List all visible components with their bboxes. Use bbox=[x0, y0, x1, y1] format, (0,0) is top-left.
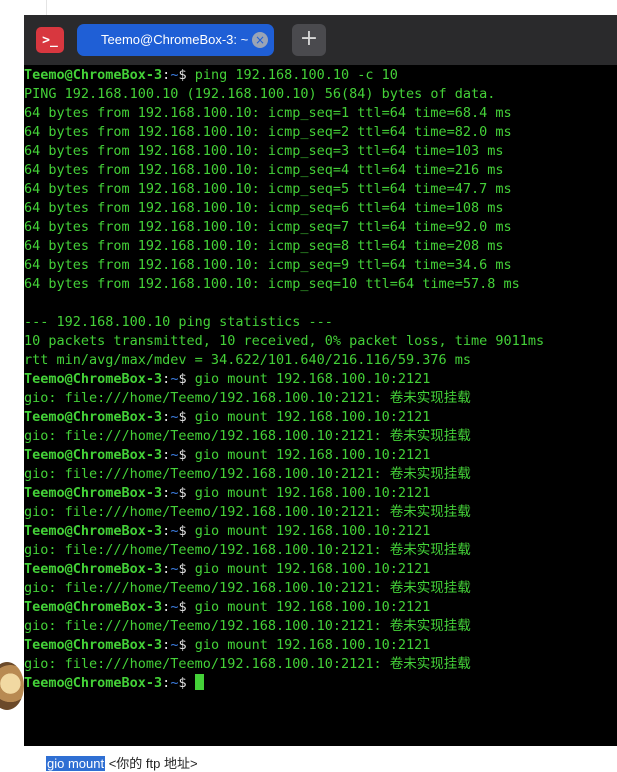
gio-error-line: gio: file:///home/Teemo/192.168.100.10:2… bbox=[24, 390, 471, 406]
prompt-user-host: Teemo@ChromeBox-3 bbox=[24, 409, 163, 425]
ping-stats-header: --- 192.168.100.10 ping statistics --- bbox=[24, 314, 333, 330]
prompt-user-host: Teemo@ChromeBox-3 bbox=[24, 67, 163, 83]
prompt-user-host: Teemo@ChromeBox-3 bbox=[24, 447, 163, 463]
background-code-line: gio mount <你的 ftp 地址> bbox=[46, 753, 198, 772]
ping-reply-line: 64 bytes from 192.168.100.10: icmp_seq=9… bbox=[24, 257, 512, 273]
prompt-line: Teemo@ChromeBox-3:~$ gio mount 192.168.1… bbox=[24, 446, 617, 465]
ping-reply-line: 64 bytes from 192.168.100.10: icmp_seq=6… bbox=[24, 200, 504, 216]
ping-reply-line: 64 bytes from 192.168.100.10: icmp_seq=1… bbox=[24, 105, 512, 121]
prompt-user-host: Teemo@ChromeBox-3 bbox=[24, 523, 163, 539]
ping-reply-line: 64 bytes from 192.168.100.10: icmp_seq=4… bbox=[24, 162, 504, 178]
ping-stats-rtt: rtt min/avg/max/mdev = 34.622/101.640/21… bbox=[24, 352, 472, 368]
prompt-dollar: $ bbox=[178, 599, 195, 615]
terminal-output[interactable]: Teemo@ChromeBox-3:~$ ping 192.168.100.10… bbox=[24, 66, 617, 746]
command-text: gio mount 192.168.100.10:2121 bbox=[194, 485, 431, 501]
command-text: gio mount 192.168.100.10:2121 bbox=[194, 371, 431, 387]
prompt-dollar: $ bbox=[178, 485, 195, 501]
avatar bbox=[0, 662, 24, 710]
prompt-line: Teemo@ChromeBox-3:~$ gio mount 192.168.1… bbox=[24, 522, 617, 541]
ping-header: PING 192.168.100.10 (192.168.100.10) 56(… bbox=[24, 86, 496, 102]
terminal-window: >_ Teemo@ChromeBox-3: ~ × + Teemo@Chrome… bbox=[24, 15, 617, 746]
gio-error-line: gio: file:///home/Teemo/192.168.100.10:2… bbox=[24, 618, 471, 634]
terminal-app-icon[interactable]: >_ bbox=[36, 27, 64, 53]
highlighted-text: gio mount bbox=[46, 756, 106, 771]
prompt-line: Teemo@ChromeBox-3:~$ bbox=[24, 674, 617, 693]
prompt-line: Teemo@ChromeBox-3:~$ gio mount 192.168.1… bbox=[24, 598, 617, 617]
command-text: gio mount 192.168.100.10:2121 bbox=[194, 409, 431, 425]
prompt-user-host: Teemo@ChromeBox-3 bbox=[24, 561, 163, 577]
prompt-dollar: $ bbox=[178, 371, 195, 387]
ping-reply-line: 64 bytes from 192.168.100.10: icmp_seq=7… bbox=[24, 219, 512, 235]
prompt-dollar: $ bbox=[178, 637, 195, 653]
gio-error-line: gio: file:///home/Teemo/192.168.100.10:2… bbox=[24, 466, 471, 482]
prompt-line: Teemo@ChromeBox-3:~$ ping 192.168.100.10… bbox=[24, 66, 617, 85]
command-text: gio mount 192.168.100.10:2121 bbox=[194, 599, 431, 615]
ping-reply-line: 64 bytes from 192.168.100.10: icmp_seq=5… bbox=[24, 181, 512, 197]
background-page-divider bbox=[46, 0, 47, 16]
ping-reply-line: 64 bytes from 192.168.100.10: icmp_seq=3… bbox=[24, 143, 504, 159]
prompt-dollar: $ bbox=[178, 409, 195, 425]
prompt-user-host: Teemo@ChromeBox-3 bbox=[24, 637, 163, 653]
prompt-user-host: Teemo@ChromeBox-3 bbox=[24, 675, 163, 691]
prompt-user-host: Teemo@ChromeBox-3 bbox=[24, 485, 163, 501]
title-bar: >_ Teemo@ChromeBox-3: ~ × + bbox=[24, 15, 617, 65]
prompt-user-host: Teemo@ChromeBox-3 bbox=[24, 599, 163, 615]
gio-error-line: gio: file:///home/Teemo/192.168.100.10:2… bbox=[24, 656, 471, 672]
command-text: gio mount 192.168.100.10:2121 bbox=[194, 447, 431, 463]
ping-reply-line: 64 bytes from 192.168.100.10: icmp_seq=2… bbox=[24, 124, 512, 140]
prompt-line: Teemo@ChromeBox-3:~$ gio mount 192.168.1… bbox=[24, 560, 617, 579]
prompt-user-host: Teemo@ChromeBox-3 bbox=[24, 371, 163, 387]
new-tab-button[interactable]: + bbox=[292, 24, 326, 56]
prompt-dollar: $ bbox=[178, 67, 195, 83]
prompt-line: Teemo@ChromeBox-3:~$ gio mount 192.168.1… bbox=[24, 370, 617, 389]
prompt-dollar: $ bbox=[178, 675, 195, 691]
close-icon[interactable]: × bbox=[252, 32, 268, 48]
prompt-dollar: $ bbox=[178, 447, 195, 463]
ping-reply-line: 64 bytes from 192.168.100.10: icmp_seq=8… bbox=[24, 238, 504, 254]
prompt-line: Teemo@ChromeBox-3:~$ gio mount 192.168.1… bbox=[24, 636, 617, 655]
prompt-line: Teemo@ChromeBox-3:~$ gio mount 192.168.1… bbox=[24, 484, 617, 503]
tab-terminal[interactable]: Teemo@ChromeBox-3: ~ × bbox=[77, 24, 274, 56]
command-text: gio mount 192.168.100.10:2121 bbox=[194, 637, 431, 653]
prompt-dollar: $ bbox=[178, 561, 195, 577]
command-text: ping 192.168.100.10 -c 10 bbox=[194, 67, 398, 83]
prompt-dollar: $ bbox=[178, 523, 195, 539]
ping-reply-line: 64 bytes from 192.168.100.10: icmp_seq=1… bbox=[24, 276, 520, 292]
command-text: gio mount 192.168.100.10:2121 bbox=[194, 523, 431, 539]
gio-error-line: gio: file:///home/Teemo/192.168.100.10:2… bbox=[24, 504, 471, 520]
ping-stats-packets: 10 packets transmitted, 10 received, 0% … bbox=[24, 333, 545, 349]
gio-error-line: gio: file:///home/Teemo/192.168.100.10:2… bbox=[24, 428, 471, 444]
gio-error-line: gio: file:///home/Teemo/192.168.100.10:2… bbox=[24, 542, 471, 558]
cursor bbox=[194, 674, 204, 690]
prompt-line: Teemo@ChromeBox-3:~$ gio mount 192.168.1… bbox=[24, 408, 617, 427]
gio-error-line: gio: file:///home/Teemo/192.168.100.10:2… bbox=[24, 580, 471, 596]
background-page-top bbox=[0, 0, 617, 16]
command-text: gio mount 192.168.100.10:2121 bbox=[194, 561, 431, 577]
tab-title: Teemo@ChromeBox-3: ~ bbox=[101, 32, 249, 47]
background-text: <你的 ftp 地址> bbox=[105, 756, 198, 771]
